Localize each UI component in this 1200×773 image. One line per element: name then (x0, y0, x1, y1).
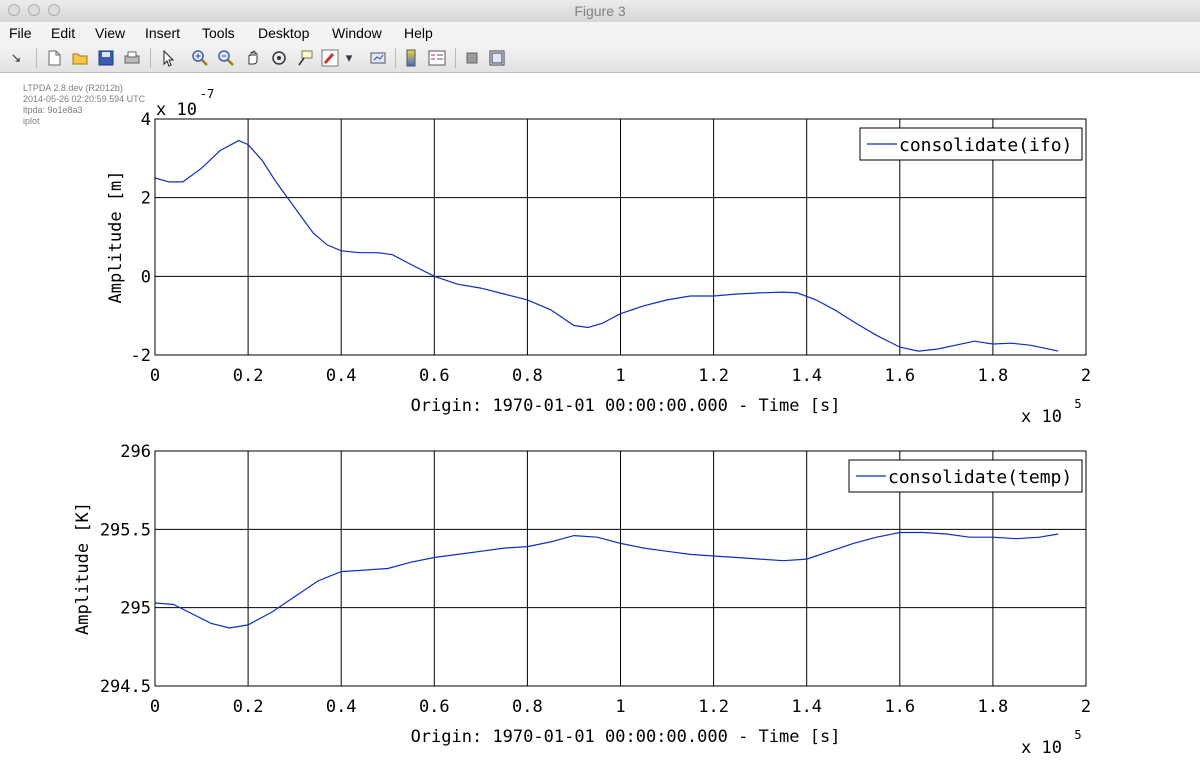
axes-2-x-tick-label: 1.2 (698, 697, 729, 717)
axes-2-group: 0 0.2 0.4 0.6 0.8 1 1.2 1.4 1.6 1.8 2 294.5 295 295.5… (73, 442, 1091, 758)
dock-arrow-icon[interactable]: ↘ (7, 49, 25, 67)
colorbar-icon[interactable] (402, 49, 420, 67)
brush-icon[interactable] (321, 49, 339, 67)
axes-2-x-tick-label: 1 (615, 697, 625, 717)
pan-hand-icon[interactable] (244, 49, 262, 67)
toolbar-separator (395, 48, 396, 68)
menu-file[interactable]: File (9, 25, 32, 41)
menu-insert[interactable]: Insert (145, 25, 180, 41)
axes-2-x-tick-label: 1.4 (791, 697, 822, 717)
axes-2-x-tick-label: 0.2 (233, 697, 264, 717)
toolbar-separator (455, 48, 456, 68)
axes-1-y-exponent-value: -7 (200, 87, 214, 101)
axes-1-x-exponent-value: 5 (1074, 397, 1081, 411)
rotate-3d-icon[interactable] (270, 49, 288, 67)
axes-2-y-tick-label: 295 (120, 599, 151, 619)
axes-2-x-tick-label: 0.8 (512, 697, 543, 717)
axes-2-x-tick-label: 0 (150, 697, 160, 717)
axes-2-legend-entry: consolidate(temp) (888, 467, 1072, 488)
axes-1-x-exponent-label: x 10 (1021, 407, 1062, 427)
axes-2-x-exponent-value: 5 (1074, 728, 1081, 742)
zoom-out-icon[interactable] (217, 49, 235, 67)
open-file-icon[interactable] (71, 49, 89, 67)
axes-1-x-tick-label: 1 (615, 366, 625, 386)
axes-1-x-tick-label: 0.2 (233, 366, 264, 386)
save-icon[interactable] (97, 49, 115, 67)
zoom-in-icon[interactable] (191, 49, 209, 67)
axes-2-x-tick-label: 1.6 (884, 697, 915, 717)
axes-1-x-tick-label: 0 (150, 366, 160, 386)
axes-2-x-exponent-label: x 10 (1021, 738, 1062, 758)
axes-1-x-tick-label: 1.4 (791, 366, 822, 386)
axes-1-x-tick-label: 0.6 (419, 366, 450, 386)
new-figure-icon[interactable] (45, 49, 63, 67)
axes-2-x-tick-label: 0.4 (326, 697, 357, 717)
legend-icon[interactable] (428, 49, 446, 67)
axes-1-y-tick-label: -2 (131, 346, 151, 366)
figure-canvas: LTPDA 2.8.dev (R2012b) 2014-05-26 02:20:… (0, 73, 1200, 773)
axes-2-x-axis-label: Origin: 1970-01-01 00:00:00.000 - Time [… (411, 727, 841, 747)
axes-1-x-tick-label: 0.8 (512, 366, 543, 386)
window-title: Figure 3 (574, 3, 626, 19)
axes-1-y-exponent-label: x 10 (156, 100, 197, 120)
figure-toolbar: ↘ ▾ (0, 44, 1200, 73)
axes-2-x-tick-label: 2 (1081, 697, 1091, 717)
axes-2-x-tick-label: 0.6 (419, 697, 450, 717)
axes-1-y-tick-label: 2 (141, 189, 151, 209)
menu-edit[interactable]: Edit (51, 25, 75, 41)
menu-desktop[interactable]: Desktop (258, 25, 309, 41)
axes-1-x-tick-label: 2 (1081, 366, 1091, 386)
axes-2-y-tick-label: 294.5 (100, 677, 151, 697)
menubar: File Edit View Insert Tools Desktop Wind… (0, 22, 1200, 45)
axes-1-x-tick-label: 0.4 (326, 366, 357, 386)
axes-1-x-axis-label: Origin: 1970-01-01 00:00:00.000 - Time [… (411, 396, 841, 416)
axes-2-y-axis-label: Amplitude [K] (73, 502, 93, 635)
axes-1-x-tick-label: 1.2 (698, 366, 729, 386)
brush-dropdown-icon[interactable]: ▾ (343, 49, 355, 67)
print-icon[interactable] (123, 49, 141, 67)
menu-help[interactable]: Help (404, 25, 433, 41)
axes-1-y-tick-label: 4 (141, 110, 151, 130)
axes-1-x-tick-label: 1.6 (884, 366, 915, 386)
plots-svg: 0 0.2 0.4 0.6 0.8 1 1.2 1.4 1.6 1.8 2-2024Origin: … (73, 87, 1091, 758)
menu-view[interactable]: View (95, 25, 125, 41)
axes-2-x-tick-label: 1.8 (978, 697, 1009, 717)
axes-1-group: 0 0.2 0.4 0.6 0.8 1 1.2 1.4 1.6 1.8 2-2024Origin: … (106, 87, 1091, 427)
axes-1-x-tick-label: 1.8 (978, 366, 1009, 386)
data-cursor-icon[interactable] (296, 49, 314, 67)
axes-1-legend-entry: consolidate(ifo) (899, 135, 1072, 156)
window-titlebar: Figure 3 (0, 0, 1200, 23)
menu-tools[interactable]: Tools (202, 25, 235, 41)
axes-2-y-tick-label: 296 (120, 442, 151, 462)
select-arrow-icon[interactable] (159, 49, 177, 67)
axes-2-y-tick-label: 295.5 (100, 520, 151, 540)
axes-1-y-axis-label: Amplitude [m] (106, 170, 126, 303)
hide-plot-tools-icon[interactable] (463, 49, 481, 67)
toolbar-separator (36, 48, 37, 68)
axes-1-y-tick-label: 0 (141, 267, 151, 287)
toolbar-separator (150, 48, 151, 68)
show-plot-tools-icon[interactable] (488, 49, 506, 67)
menu-window[interactable]: Window (332, 25, 382, 41)
link-plot-icon[interactable] (369, 49, 387, 67)
